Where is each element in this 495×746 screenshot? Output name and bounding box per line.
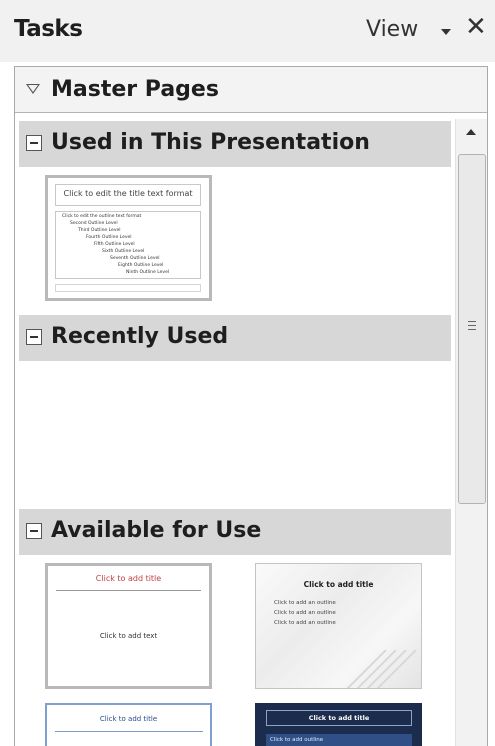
task-pane-titlebar: Tasks View ✕	[0, 0, 495, 62]
thumb-title-text: Click to edit the title text format	[63, 189, 193, 198]
section-label: Recently Used	[51, 324, 229, 349]
thumb-divider	[55, 731, 203, 732]
arrow-up-icon[interactable]	[466, 129, 476, 135]
thumb-bullet-3: Click to add an outline	[274, 620, 336, 626]
thumb-decoration	[346, 650, 417, 688]
grip-line	[468, 325, 476, 326]
thumb-outline-6: Sixth Outline Level	[102, 249, 145, 254]
thumb-outline-box: Click to edit the outline text format Se…	[55, 211, 201, 279]
section-label: Available for Use	[51, 518, 262, 543]
thumb-outline-2: Second Outline Level	[70, 221, 118, 226]
collapse-minus-icon[interactable]	[26, 523, 42, 539]
master-pages-header[interactable]: Master Pages	[15, 67, 487, 113]
collapse-minus-icon[interactable]	[26, 135, 42, 151]
collapse-minus-icon[interactable]	[26, 329, 42, 345]
dropdown-arrow-icon[interactable]	[441, 29, 451, 35]
task-pane-title: Tasks	[14, 16, 83, 42]
master-thumbnail-default-template[interactable]: Click to add title Click to add text	[45, 563, 212, 689]
thumb-body-text: Click to add outline	[270, 737, 324, 743]
section-recently-used[interactable]: Recently Used	[19, 315, 451, 361]
master-thumbnail-gray-template[interactable]: Click to add title Click to add an outli…	[255, 563, 422, 689]
close-icon[interactable]: ✕	[465, 14, 487, 40]
view-menu-button[interactable]: View	[366, 17, 418, 42]
thumb-title-text: Click to add title	[308, 714, 370, 722]
thumb-title-text: Click to add title	[99, 715, 158, 723]
master-thumbnail-default[interactable]: Click to edit the title text format Clic…	[45, 175, 212, 301]
grip-line	[468, 329, 476, 330]
thumb-title-box: Click to add title	[266, 710, 412, 726]
section-available-for-use[interactable]: Available for Use	[19, 509, 451, 555]
thumb-body-box: Click to add outline	[266, 734, 412, 746]
section-used-in-presentation[interactable]: Used in This Presentation	[19, 121, 451, 167]
thumb-outline-9: Ninth Outline Level	[126, 270, 170, 275]
master-thumbnail-blue-border-template[interactable]: Click to add title	[45, 703, 212, 746]
triangle-down-icon[interactable]	[26, 84, 40, 94]
thumb-outline-7: Seventh Outline Level	[110, 256, 160, 261]
scrollbar-thumb[interactable]	[458, 154, 486, 504]
master-pages-panel: Master Pages Used in This Presentation C…	[14, 66, 488, 746]
thumb-title-text: Click to add title	[95, 574, 162, 583]
thumb-outline-1: Click to edit the outline text format	[62, 214, 142, 219]
thumb-title-text: Click to add title	[303, 580, 374, 589]
master-pages-label: Master Pages	[51, 77, 219, 102]
thumb-divider	[56, 590, 201, 591]
thumb-bullet-1: Click to add an outline	[274, 600, 336, 606]
section-label: Used in This Presentation	[51, 130, 370, 155]
thumb-outline-8: Eighth Outline Level	[118, 263, 164, 268]
thumb-bullet-2: Click to add an outline	[274, 610, 336, 616]
thumb-footer	[55, 284, 201, 292]
thumb-body-text: Click to add text	[99, 632, 158, 640]
thumb-outline-3: Third Outline Level	[78, 228, 121, 233]
grip-line	[468, 321, 476, 322]
vertical-scrollbar[interactable]	[455, 119, 487, 746]
thumb-outline-5: Fifth Outline Level	[94, 242, 135, 247]
thumb-outline-4: Fourth Outline Level	[86, 235, 132, 240]
master-thumbnail-dark-template[interactable]: Click to add title Click to add outline	[255, 703, 422, 746]
thumb-title-box: Click to edit the title text format	[55, 184, 201, 206]
